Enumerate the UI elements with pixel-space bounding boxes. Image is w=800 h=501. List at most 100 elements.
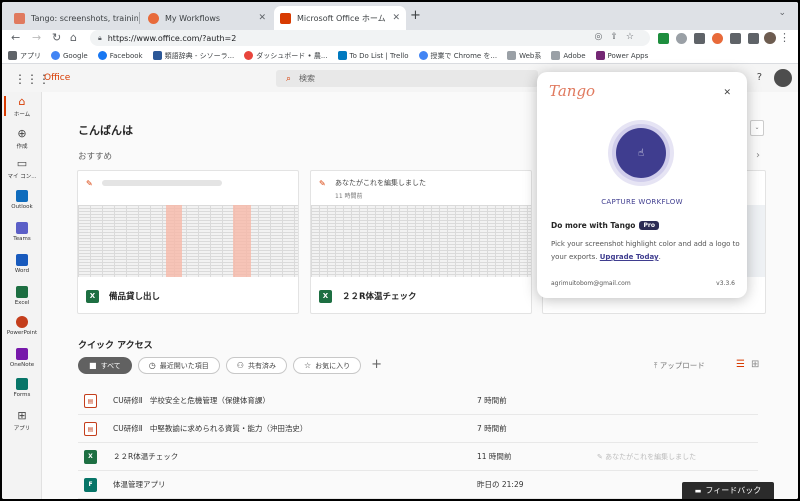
profile-avatar-icon[interactable] <box>764 32 776 44</box>
rail-item-create[interactable]: ⊕ 作成 <box>2 128 42 151</box>
capture-workflow-button[interactable]: ☝︎ <box>608 120 674 186</box>
search-placeholder: 検索 <box>299 74 316 83</box>
sheet-preview <box>78 205 298 277</box>
folder-icon <box>507 51 517 60</box>
tab-office-home[interactable]: Microsoft Office ホーム ✕ <box>274 6 406 30</box>
rail-item-word[interactable]: Word <box>2 254 42 274</box>
tab-tango[interactable]: Tango: screenshots, training, & ✕ <box>8 6 138 30</box>
help-icon[interactable]: ? <box>757 72 762 83</box>
dictionary-icon <box>152 51 162 60</box>
capture-label[interactable]: CAPTURE WORKFLOW <box>537 198 747 206</box>
bookmark-dashboard[interactable]: ダッシュボード • 農... <box>244 51 328 61</box>
upload-button[interactable]: ⤒ アップロード <box>654 360 705 371</box>
install-dropdown-chevron-icon[interactable]: ⌄ <box>750 120 764 136</box>
grid-view-icon[interactable]: ⊞ <box>751 359 765 370</box>
address-bar[interactable]: 🔒︎ https://www.office.com/?auth=2 ◎⇪☆ <box>90 30 650 46</box>
browser-toolbar: ← → ↻ ⌂ 🔒︎ https://www.office.com/?auth=… <box>2 30 798 48</box>
recommended-card[interactable]: ✎ あなたがこれを編集しました 11 時間前 X ２２R体温チェック <box>310 170 532 314</box>
rail-item-onenote[interactable]: OneNote <box>2 348 42 368</box>
search-icon: ⌕ <box>286 73 292 84</box>
card-activity: ✎ <box>78 171 298 201</box>
teams-icon <box>16 222 28 234</box>
sidepanel-icon[interactable] <box>748 33 759 44</box>
view-toggle: ☰⊞ <box>736 359 765 370</box>
menu-kebab-icon[interactable]: ⋮ <box>779 31 790 44</box>
new-tab-icon[interactable]: + <box>410 9 421 22</box>
tango-extension-icon[interactable] <box>712 33 723 44</box>
rail-item-outlook[interactable]: Outlook <box>2 190 42 210</box>
bookmark-power-apps[interactable]: Power Apps <box>595 51 648 60</box>
back-arrow-icon[interactable]: ← <box>11 31 20 45</box>
trello-icon <box>337 51 347 60</box>
pdf-file-icon: ▤ <box>84 393 97 408</box>
filter-recent[interactable]: ◷ 最近開いた項目 <box>137 357 220 374</box>
share-icon[interactable]: ⇪ <box>610 32 626 42</box>
tab-search-chevron-icon[interactable]: ⌄ <box>778 8 786 18</box>
tab-strip: Tango: screenshots, training, & ✕ My Wor… <box>2 2 798 30</box>
extension-icon[interactable] <box>676 33 687 44</box>
tab-title: Tango: screenshots, training, & <box>31 13 138 23</box>
bookmark-facebook[interactable]: Facebook <box>97 51 143 60</box>
search-input[interactable]: ⌕ 検索 <box>276 70 538 87</box>
filter-shared[interactable]: ⚇ 共有済み <box>225 357 287 374</box>
card-activity: ✎ あなたがこれを編集しました 11 時間前 <box>311 171 531 201</box>
rail-item-teams[interactable]: Teams <box>2 222 42 242</box>
google-icon <box>418 51 428 60</box>
close-icon[interactable]: ✕ <box>252 13 266 23</box>
bookmark-star-icon[interactable]: ☆ <box>626 32 642 42</box>
forward-arrow-icon[interactable]: → <box>32 31 41 45</box>
add-filter-icon[interactable]: + <box>371 357 382 374</box>
upload-icon: ⤒ <box>654 361 658 370</box>
table-row[interactable]: ▤ CU研修Ⅱ 中堅教諭に求められる資質・能力（沖田浩史） 7 時間前 <box>78 415 758 443</box>
bookmark-adobe-folder[interactable]: Adobe <box>551 51 586 60</box>
check-extension-icon[interactable] <box>658 33 669 44</box>
rail-item-home[interactable]: ⌂ ホーム <box>2 96 42 118</box>
close-icon[interactable]: ✕ <box>723 88 731 98</box>
upsell-description: Pick your screenshot highlight color and… <box>551 240 740 261</box>
card-filename: 備品貸し出し <box>109 292 161 302</box>
bookmark-thesaurus[interactable]: 類語辞典 - シソーラ... <box>152 51 234 61</box>
tab-my-workflows[interactable]: My Workflows ✕ <box>142 6 272 30</box>
folder-icon <box>551 51 561 60</box>
tab-title: Microsoft Office ホーム <box>297 13 386 23</box>
google-icon <box>51 51 60 60</box>
bookmark-apps[interactable]: アプリ <box>8 51 41 61</box>
rail-item-powerpoint[interactable]: PowerPoint <box>2 316 42 336</box>
bookmark-web-folder[interactable]: Web系 <box>507 51 541 61</box>
chevron-right-icon[interactable]: › <box>756 150 760 161</box>
rail-item-apps[interactable]: ⊞ アプリ <box>2 410 42 433</box>
excel-file-icon: X <box>86 289 99 303</box>
filter-favorites[interactable]: ☆ お気に入り <box>292 357 362 374</box>
dashboard-icon <box>244 51 254 60</box>
table-row[interactable]: ▤ CU研修Ⅱ 学校安全と危機管理（保健体育課） 7 時間前 <box>78 387 758 415</box>
account-avatar[interactable] <box>774 69 792 87</box>
office-favicon-icon <box>280 12 291 24</box>
bookmark-google[interactable]: Google <box>51 51 88 60</box>
filter-all[interactable]: ■ すべて <box>78 357 132 374</box>
office-brand[interactable]: Office <box>44 73 70 83</box>
feedback-button[interactable]: ▬ フィードバック <box>682 482 774 499</box>
upgrade-link[interactable]: Upgrade Today <box>600 253 659 261</box>
pencil-icon: ✎ <box>597 452 603 461</box>
apps-grid-icon <box>8 51 17 60</box>
puzzle-icon[interactable] <box>730 33 741 44</box>
cube-icon: ■ <box>89 361 97 370</box>
powerpoint-icon <box>16 316 28 328</box>
close-icon[interactable]: ✕ <box>386 13 400 23</box>
upsell-heading: Do more with Tango Pro <box>551 221 659 230</box>
home-icon[interactable]: ⌂ <box>70 31 77 45</box>
rail-item-excel[interactable]: Excel <box>2 286 42 306</box>
list-view-icon[interactable]: ☰ <box>736 359 751 370</box>
bookmark-chrome-class[interactable]: 授業で Chrome を... <box>418 51 497 61</box>
table-row[interactable]: X ２２R体温チェック 11 時間前 ✎ あなたがこれを編集しました <box>78 443 758 471</box>
extension-icon[interactable] <box>694 33 705 44</box>
recommended-card[interactable]: ✎ X 備品貸し出し <box>77 170 299 314</box>
star-icon: ☆ <box>303 361 312 370</box>
recommended-heading: おすすめ <box>78 152 113 162</box>
google-lens-icon[interactable]: ◎ <box>595 32 611 42</box>
reload-icon[interactable]: ↻ <box>52 31 61 45</box>
bookmark-trello[interactable]: To Do List | Trello <box>337 51 409 60</box>
rail-item-forms[interactable]: Forms <box>2 378 42 398</box>
table-row[interactable]: F 体温管理アプリ 昨日の 21:29 <box>78 471 758 499</box>
rail-item-my-content[interactable]: ▭ マイ コン... <box>2 158 42 181</box>
